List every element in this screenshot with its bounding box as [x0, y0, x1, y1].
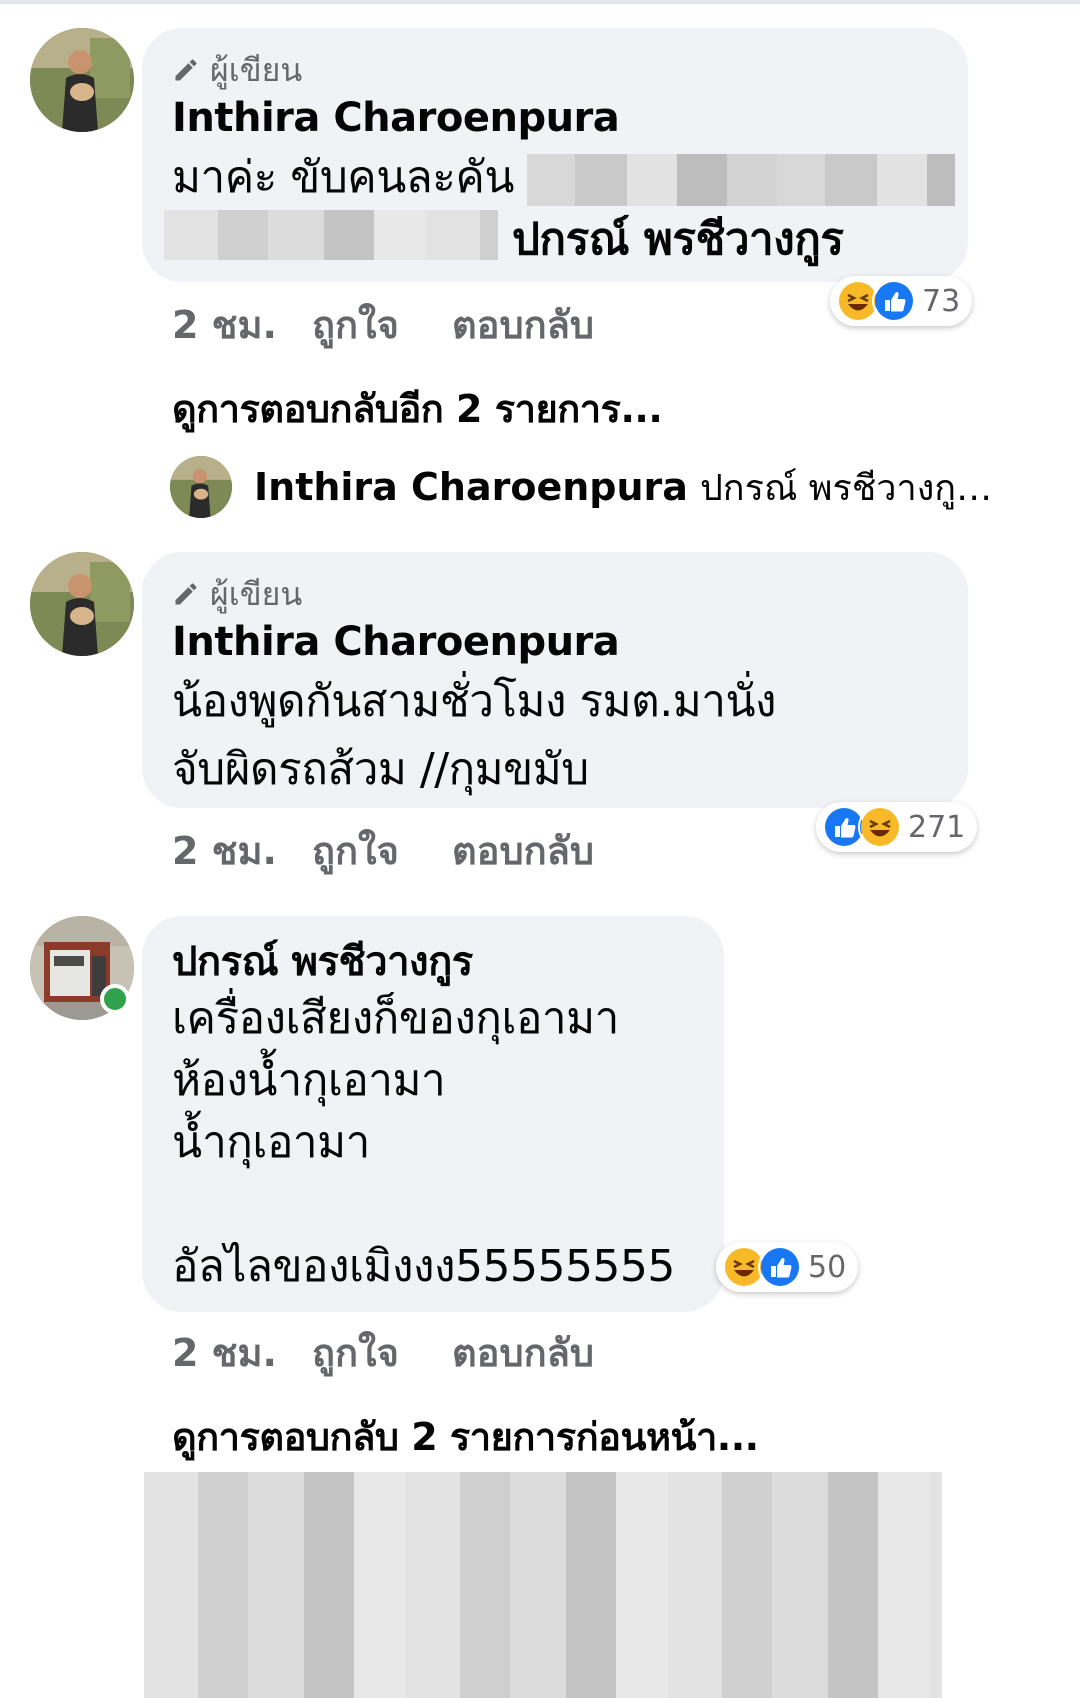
comment-bubble: ปกรณ์ พรชีวางกูร เครื่องเสียงก็ของกุเอาม…	[142, 916, 724, 1312]
redacted-text	[527, 154, 956, 206]
like-button[interactable]: ถูกใจ	[312, 1322, 452, 1383]
author-badge-label: ผู้เขียน	[210, 574, 303, 613]
comment-text: เครื่องเสียงก็ของกุเอามา	[172, 993, 619, 1044]
comment-text: น้ำกุเอามา	[172, 1117, 370, 1168]
avatar[interactable]	[30, 552, 134, 656]
haha-icon	[858, 805, 902, 849]
pencil-icon	[175, 59, 197, 81]
online-status-indicator	[100, 984, 130, 1014]
view-more-replies[interactable]: ดูการตอบกลับอีก 2 รายการ...	[172, 378, 663, 439]
timestamp[interactable]: 2 ชม.	[172, 820, 312, 881]
comment-text	[172, 1174, 694, 1236]
timestamp[interactable]: 2 ชม.	[172, 294, 312, 355]
comment-actions: 2 ชม. ถูกใจ ตอบกลับ	[172, 294, 594, 355]
top-divider	[0, 0, 1080, 4]
reaction-summary[interactable]: 271	[816, 802, 978, 852]
avatar[interactable]	[30, 28, 134, 132]
comment-text: น้องพูดกันสามชั่วโมง รมต.มานั่ง	[172, 676, 777, 727]
comment-text: ห้องน้ำกุเอามา	[172, 1055, 446, 1106]
like-icon	[872, 279, 916, 323]
reaction-count: 73	[922, 283, 961, 319]
like-button[interactable]: ถูกใจ	[312, 294, 452, 355]
reply-button[interactable]: ตอบกลับ	[452, 820, 594, 881]
author-badge: ผู้เขียน	[172, 572, 938, 616]
redacted-content	[144, 1472, 942, 1698]
comment-actions: 2 ชม. ถูกใจ ตอบกลับ	[172, 1322, 594, 1383]
comment-text: มาค่ะ ขับคนละคัน	[172, 152, 514, 203]
comment-author-name[interactable]: Inthira Charoenpura	[172, 616, 938, 668]
reply-preview-text: ปกรณ์ พรชีวางกู…	[699, 467, 993, 509]
avatar[interactable]	[170, 456, 232, 518]
comment-bubble: ผู้เขียน Inthira Charoenpura น้องพูดกันส…	[142, 552, 968, 808]
comment-author-name[interactable]: ปกรณ์ พรชีวางกูร	[172, 936, 694, 988]
comment-author-name[interactable]: Inthira Charoenpura	[172, 92, 938, 144]
comment-actions: 2 ชม. ถูกใจ ตอบกลับ	[172, 820, 594, 881]
reaction-summary[interactable]: 73	[830, 276, 973, 326]
redacted-text	[164, 210, 498, 260]
reaction-count: 50	[808, 1249, 847, 1285]
like-button[interactable]: ถูกใจ	[312, 820, 452, 881]
timestamp[interactable]: 2 ชม.	[172, 1322, 312, 1383]
author-badge: ผู้เขียน	[172, 48, 938, 92]
comment-text: อัลไลของเมิงงง55555555	[172, 1241, 675, 1292]
reply-preview[interactable]: Inthira Charoenpura ปกรณ์ พรชีวางกู…	[170, 456, 992, 518]
like-icon	[758, 1245, 802, 1289]
reaction-summary[interactable]: 50	[716, 1242, 859, 1292]
reply-author-name[interactable]: Inthira Charoenpura	[254, 465, 688, 509]
reply-button[interactable]: ตอบกลับ	[452, 1322, 594, 1383]
reply-button[interactable]: ตอบกลับ	[452, 294, 594, 355]
view-previous-replies[interactable]: ดูการตอบกลับ 2 รายการก่อนหน้า...	[172, 1406, 759, 1467]
comment-text-line: มาค่ะ ขับคนละคัน	[172, 144, 956, 212]
pencil-icon	[175, 583, 197, 605]
comment-text: จับผิดรถส้วม //กุมขมับ	[172, 744, 589, 795]
reaction-count: 271	[908, 809, 966, 845]
tagged-user[interactable]: ปกรณ์ พรชีวางกูร	[512, 206, 844, 274]
author-badge-label: ผู้เขียน	[210, 50, 303, 89]
